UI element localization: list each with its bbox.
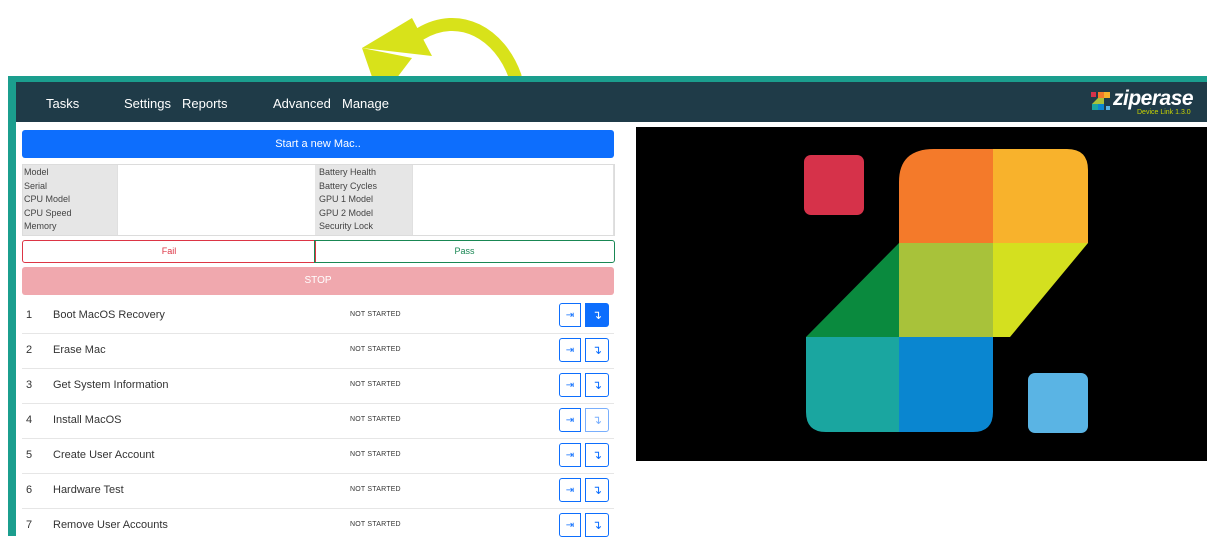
info-label-battery-cycles: Battery Cycles (319, 180, 378, 191)
skip-icon[interactable]: ↴ (585, 478, 609, 502)
run-icon[interactable]: ⇥ (559, 513, 581, 537)
start-new-mac-button[interactable]: Start a new Mac.. (22, 130, 614, 158)
nav-reports[interactable]: Reports (182, 96, 228, 111)
skip-icon[interactable]: ↴ (585, 513, 609, 537)
run-icon[interactable]: ⇥ (559, 303, 581, 327)
nav-settings[interactable]: Settings (124, 96, 171, 111)
info-values-right (412, 165, 614, 235)
task-name: Create User Account (53, 449, 155, 461)
task-name: Install MacOS (53, 414, 122, 426)
skip-icon[interactable]: ↴ (585, 303, 609, 327)
task-number: 6 (26, 484, 33, 496)
logo-text: ziperase (1113, 87, 1194, 110)
task-name: Boot MacOS Recovery (53, 309, 165, 321)
skip-icon[interactable]: ↴ (585, 373, 609, 397)
nav-manage[interactable]: Manage (342, 96, 389, 111)
info-label-battery-health: Battery Health (319, 167, 377, 177)
task-status: NOT STARTED (350, 486, 401, 493)
ziperase-logo-icon (1091, 92, 1110, 110)
task-name: Erase Mac (53, 344, 106, 356)
run-icon[interactable]: ⇥ (559, 443, 581, 467)
main-content: Start a new Mac.. Model Serial CPU Model… (16, 122, 1207, 537)
task-status: NOT STARTED (350, 311, 401, 318)
task-number: 7 (26, 519, 33, 531)
device-preview-panel (636, 127, 1207, 461)
fail-button[interactable]: Fail (22, 240, 316, 263)
task-row: 2 Erase Mac NOT STARTED ⇥ ↴ (22, 333, 614, 369)
task-number: 4 (26, 414, 33, 426)
logo-version: Device Link 1.3.0 (1137, 109, 1191, 116)
task-number: 2 (26, 344, 33, 356)
task-name: Hardware Test (53, 484, 124, 496)
info-label-model: Model (24, 167, 49, 177)
skip-icon[interactable]: ↴ (585, 408, 609, 432)
task-status: NOT STARTED (350, 521, 401, 528)
task-name: Get System Information (53, 379, 169, 391)
info-label-cpu-model: CPU Model (24, 194, 71, 205)
task-row: 7 Remove User Accounts NOT STARTED ⇥ ↴ (22, 508, 614, 543)
skip-icon[interactable]: ↴ (585, 443, 609, 467)
nav-tasks[interactable]: Tasks (46, 96, 79, 111)
task-name: Remove User Accounts (53, 519, 168, 531)
task-number: 3 (26, 379, 33, 391)
info-label-gpu1: GPU 1 Model (319, 194, 374, 205)
skip-icon[interactable]: ↴ (585, 338, 609, 362)
ziperase-logo: ziperase Device Link 1.3.0 (1087, 87, 1207, 118)
task-status: NOT STARTED (350, 346, 401, 353)
top-navbar: Tasks Settings Reports Advanced Manage z… (16, 82, 1207, 122)
task-status: NOT STARTED (350, 381, 401, 388)
run-icon[interactable]: ⇥ (559, 408, 581, 432)
task-row: 5 Create User Account NOT STARTED ⇥ ↴ (22, 438, 614, 474)
info-label-serial: Serial (24, 180, 48, 191)
task-row: 6 Hardware Test NOT STARTED ⇥ ↴ (22, 473, 614, 509)
info-label-gpu2: GPU 2 Model (319, 207, 374, 218)
run-icon[interactable]: ⇥ (559, 373, 581, 397)
task-row: 3 Get System Information NOT STARTED ⇥ ↴ (22, 368, 614, 404)
run-icon[interactable]: ⇥ (559, 478, 581, 502)
run-icon[interactable]: ⇥ (559, 338, 581, 362)
task-row: 1 Boot MacOS Recovery NOT STARTED ⇥ ↴ (22, 298, 614, 334)
task-status: NOT STARTED (350, 451, 401, 458)
pass-button[interactable]: Pass (314, 240, 615, 263)
info-label-memory: Memory (24, 221, 57, 232)
task-row: 4 Install MacOS NOT STARTED ⇥ ↴ (22, 403, 614, 439)
info-label-security-lock: Security Lock (319, 221, 374, 232)
stop-button[interactable]: STOP (22, 267, 614, 295)
task-number: 5 (26, 449, 33, 461)
task-status: NOT STARTED (350, 416, 401, 423)
task-number: 1 (26, 309, 33, 321)
nav-advanced[interactable]: Advanced (273, 96, 331, 111)
device-info-panel: Model Serial CPU Model CPU Speed Memory … (22, 164, 615, 236)
info-label-cpu-speed: CPU Speed (24, 207, 72, 218)
info-values-left (117, 165, 316, 235)
ziperase-brand-icon (804, 149, 1088, 433)
